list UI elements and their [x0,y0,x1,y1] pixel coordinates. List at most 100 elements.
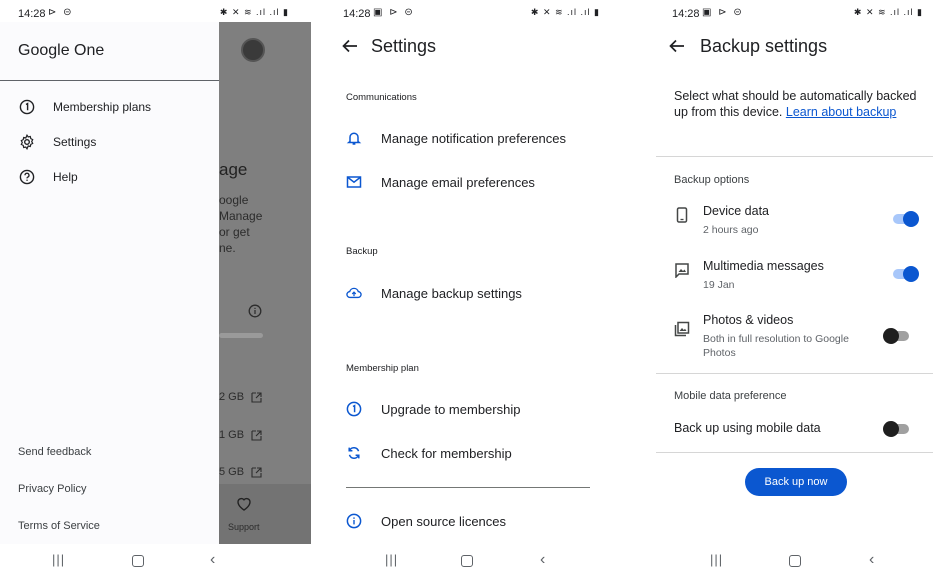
status-right-icons: ✱ ✕ ≋ .ıl .ıl ▮ [219,7,289,17]
support-icon [237,497,251,511]
status-left-icons: ⊳ ⊝ [48,7,74,18]
info-icon [346,513,362,529]
drawer-item-help[interactable]: Help [18,167,78,187]
system-nav-bar: ||| ‹ [311,544,622,578]
background-text-fragment: Manage [219,209,263,223]
google-one-logo: Google One [18,42,105,59]
bell-icon [346,130,362,146]
recent-apps-button[interactable]: ||| [710,552,723,568]
background-text-fragment: oogle [219,193,249,207]
storage-fragment: 2 GB [219,391,245,403]
status-time: 14:28 [343,8,371,20]
terms-of-service-link[interactable]: Terms of Service [18,520,100,532]
home-button[interactable] [789,555,801,567]
status-right-icons: ✱ ✕ ≋ .ıl .ıl ▮ [853,7,923,17]
avatar [241,38,265,62]
drawer-item-label: Settings [53,135,97,149]
device-data-toggle[interactable] [893,211,919,227]
screen-settings: 14:28 ▣ ⊳ ⊝ ✱ ✕ ≋ .ıl .ıl ▮ Settings Com… [311,0,622,578]
system-back-button[interactable]: ‹ [540,552,545,568]
section-header-communications: Communications [346,92,417,103]
settings-item-label: Manage notification preferences [381,130,567,146]
screen-backup-settings: 14:28 ▣ ⊳ ⊝ ✱ ✕ ≋ .ıl .ıl ▮ Backup setti… [622,0,933,578]
navigation-drawer: Google One Membership plans Settings Hel… [0,22,219,544]
mobile-data-toggle[interactable] [883,421,909,437]
manage-backup-settings-item[interactable]: Manage backup settings [346,283,522,303]
option-title: Device data [703,204,770,218]
drawer-item-label: Help [53,170,78,184]
option-title: Multimedia messages [703,259,824,273]
divider [656,156,933,157]
background-text-fragment: or get [219,225,250,239]
status-right-icons: ✱ ✕ ≋ .ıl .ıl ▮ [530,7,600,17]
cloud-upload-icon [346,285,362,301]
send-feedback-link[interactable]: Send feedback [18,446,91,458]
back-arrow-icon[interactable] [341,37,359,55]
recent-apps-button[interactable]: ||| [385,552,398,568]
support-tab[interactable]: Support [219,484,311,544]
option-subtitle: 2 hours ago [703,224,759,236]
background-heading-fragment: age [219,160,248,179]
status-time: 14:28 [672,8,700,20]
email-icon [346,174,362,190]
page-title: Settings [371,36,437,56]
drawer-scrim[interactable]: age oogle Manage or get ne. 2 GB 1 GB 5 … [219,22,311,544]
photos-videos-option[interactable]: Photos & videos Both in full resolution … [674,313,914,361]
external-link-icon [251,467,262,478]
storage-fragment: 1 GB [219,429,245,441]
settings-item-label: Check for membership [381,445,512,461]
multimedia-messages-option[interactable]: Multimedia messages 19 Jan [674,259,919,295]
drawer-item-label: Membership plans [53,100,152,114]
learn-about-backup-link[interactable]: Learn about backup [786,105,897,119]
page-title: Backup settings [700,36,828,56]
multimedia-messages-toggle[interactable] [893,266,919,282]
divider [656,452,933,453]
gear-icon [18,133,36,151]
option-subtitle: Both in full resolution to Google Photos [703,333,849,359]
storage-bar [219,333,263,338]
status-bar: 14:28 ▣ ⊳ ⊝ ✱ ✕ ≋ .ıl .ıl ▮ [622,0,933,26]
privacy-policy-link[interactable]: Privacy Policy [18,483,86,495]
settings-item-label: Upgrade to membership [381,401,521,417]
status-bar: 14:28 ▣ ⊳ ⊝ ✱ ✕ ≋ .ıl .ıl ▮ [311,0,622,26]
manage-notification-preferences-item[interactable]: Manage notification preferences [346,128,566,148]
backup-options-header: Backup options [674,174,750,186]
support-label: Support [228,522,260,532]
manage-email-preferences-item[interactable]: Manage email preferences [346,172,535,192]
home-button[interactable] [461,555,473,567]
image-message-icon [675,263,689,278]
upgrade-to-membership-item[interactable]: Upgrade to membership [346,399,520,419]
open-source-licences-item[interactable]: Open source licences [346,511,506,531]
backup-intro: Select what should be automatically back… [674,88,919,120]
info-icon [248,304,262,318]
external-link-icon [251,392,262,403]
system-nav-bar: ||| ‹ [622,544,933,578]
photos-videos-toggle[interactable] [883,328,909,344]
screen-navigation-drawer: 14:28 ⊳ ⊝ ✱ ✕ ≋ .ıl .ıl ▮ age oogle Mana… [0,0,311,578]
recent-apps-button[interactable]: ||| [52,552,65,568]
divider [656,373,933,374]
check-for-membership-item[interactable]: Check for membership [346,443,512,463]
section-header-backup: Backup [346,246,378,257]
settings-item-label: Manage backup settings [381,285,522,301]
device-data-option[interactable]: Device data 2 hours ago [674,204,919,240]
system-back-button[interactable]: ‹ [869,552,874,568]
settings-item-label: Open source licences [381,513,507,529]
system-nav-bar: ||| ‹ [0,544,311,578]
drawer-divider [0,80,219,81]
home-button[interactable] [132,555,144,567]
section-header-membership-plan: Membership plan [346,363,419,374]
storage-fragment: 5 GB [219,466,245,478]
status-left-icons: ▣ ⊳ ⊝ [702,7,744,18]
membership-icon [18,98,36,116]
back-arrow-icon[interactable] [668,37,686,55]
refresh-icon [346,445,362,461]
mobile-data-preference-header: Mobile data preference [674,390,787,402]
mobile-data-label: Back up using mobile data [674,421,821,435]
drawer-item-settings[interactable]: Settings [18,132,96,152]
background-text-fragment: ne. [219,241,236,255]
drawer-item-membership-plans[interactable]: Membership plans [18,97,151,117]
system-back-button[interactable]: ‹ [210,552,215,568]
mobile-data-option[interactable]: Back up using mobile data [674,421,914,441]
back-up-now-button[interactable]: Back up now [745,468,847,496]
